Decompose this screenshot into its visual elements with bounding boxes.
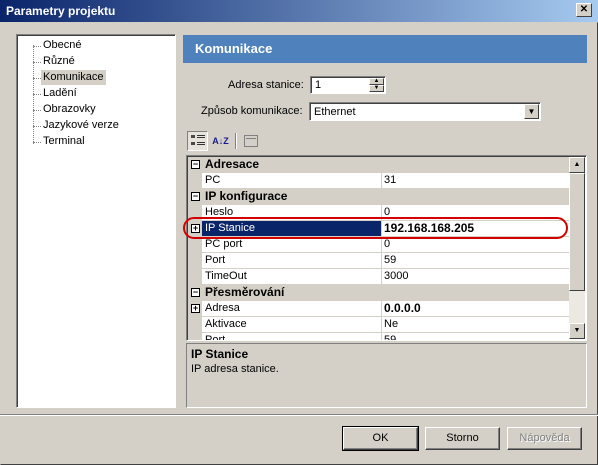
title-bar: Parametry projektu ✕ xyxy=(0,0,598,22)
tree-item[interactable]: Různé xyxy=(41,54,77,69)
property-pages-button xyxy=(240,131,261,151)
category-label: Přesměrování xyxy=(205,285,285,299)
expand-icon[interactable]: + xyxy=(191,304,200,313)
grid-gutter: − xyxy=(188,157,202,173)
tree-connector xyxy=(33,142,41,143)
property-value[interactable]: 59 xyxy=(382,333,571,340)
footer-divider xyxy=(0,414,598,416)
property-name: Port xyxy=(202,333,382,340)
grid-property-row[interactable]: Aktivace Ne xyxy=(188,317,571,333)
tree-connector xyxy=(33,110,41,111)
window-title: Parametry projektu xyxy=(6,4,116,18)
property-value[interactable]: 0.0.0.0 xyxy=(382,301,571,317)
property-name: Port xyxy=(202,253,382,269)
grid-scrollbar[interactable]: ▲ ▼ xyxy=(569,157,585,339)
comm-mode-select[interactable]: Ethernet ▼ xyxy=(309,102,541,121)
grid-property-row[interactable]: PC 31 xyxy=(188,173,571,189)
comm-mode-label: Způsob komunikace: xyxy=(201,105,303,117)
comm-mode-value: Ethernet xyxy=(314,106,356,118)
property-value[interactable]: 0 xyxy=(382,237,571,253)
category-label: Adresace xyxy=(205,157,260,171)
scroll-up-icon[interactable]: ▲ xyxy=(569,157,585,173)
tree-item[interactable]: Jazykové verze xyxy=(41,118,121,133)
tree-item[interactable]: Obrazovky xyxy=(41,102,98,117)
grid-gutter: − xyxy=(188,285,202,301)
category-label: IP konfigurace xyxy=(205,189,288,203)
tree-connector xyxy=(33,94,41,95)
grid-gutter: − xyxy=(188,189,202,205)
property-name: Adresa xyxy=(202,301,382,317)
cancel-button[interactable]: Storno xyxy=(425,427,500,450)
collapse-icon[interactable]: − xyxy=(191,192,200,201)
station-address-spinner[interactable]: 1 ▲ ▼ xyxy=(310,76,386,94)
chevron-down-icon[interactable]: ▼ xyxy=(524,104,539,119)
property-value[interactable]: Ne xyxy=(382,317,571,333)
tree-connector xyxy=(33,46,41,47)
tree-connector xyxy=(33,78,41,79)
help-button: Nápověda xyxy=(507,427,582,450)
settings-tree[interactable]: Obecné Různé Komunikace Ladění Obrazovky Jazy… xyxy=(16,34,176,408)
section-header: Komunikace xyxy=(183,35,587,63)
property-value[interactable]: 31 xyxy=(382,173,571,189)
grid-gutter xyxy=(188,333,202,340)
grid-property-row[interactable]: TimeOut 3000 xyxy=(188,269,571,285)
tree-item[interactable]: Obecné xyxy=(41,38,84,53)
categorized-icon xyxy=(190,135,205,145)
grid-category-row[interactable]: − IP konfigurace xyxy=(188,189,571,205)
property-name: PC port xyxy=(202,237,382,253)
grid-gutter xyxy=(188,173,202,189)
tree-item[interactable]: Komunikace xyxy=(41,70,106,85)
grid-gutter xyxy=(188,269,202,285)
collapse-icon[interactable]: − xyxy=(191,160,200,169)
toolbar-separator xyxy=(235,133,237,149)
sort-alphabetical-button[interactable]: A↓Z xyxy=(210,131,231,151)
grid-category-row[interactable]: − Adresace xyxy=(188,157,571,173)
property-name: Aktivace xyxy=(202,317,382,333)
scroll-down-icon[interactable]: ▼ xyxy=(569,323,585,339)
station-address-label: Adresa stanice: xyxy=(228,79,304,91)
grid-property-row[interactable]: + Adresa 0.0.0.0 xyxy=(188,301,571,317)
station-address-value[interactable]: 1 xyxy=(315,79,321,91)
grid-gutter: + xyxy=(188,301,202,317)
grid-category-row[interactable]: − Přesměrování xyxy=(188,285,571,301)
property-name: PC xyxy=(202,173,382,189)
description-text: IP adresa stanice. xyxy=(191,363,279,375)
grid-gutter xyxy=(188,237,202,253)
tree-item[interactable]: Terminal xyxy=(41,134,87,149)
tree-item[interactable]: Ladění xyxy=(41,86,79,101)
scroll-thumb[interactable] xyxy=(569,173,585,291)
description-title: IP Stanice xyxy=(191,347,249,361)
spin-down-icon[interactable]: ▼ xyxy=(369,85,384,92)
sort-alphabetical-icon: A↓Z xyxy=(212,136,229,146)
close-icon[interactable]: ✕ xyxy=(576,3,592,17)
grid-property-row[interactable]: Port 59 xyxy=(188,333,571,340)
grid-gutter xyxy=(188,317,202,333)
grid-gutter xyxy=(188,253,202,269)
highlight-annotation xyxy=(183,217,568,239)
grid-property-row[interactable]: PC port 0 xyxy=(188,237,571,253)
categorized-button[interactable] xyxy=(187,131,208,151)
ok-button[interactable]: OK xyxy=(342,426,419,451)
property-value[interactable]: 3000 xyxy=(382,269,571,285)
property-grid[interactable]: − Adresace PC 31− IP konfigurace Heslo 0 + IP St… xyxy=(186,155,587,341)
description-panel: IP Stanice IP adresa stanice. xyxy=(186,343,587,408)
tree-connector xyxy=(33,62,41,63)
grid-property-row[interactable]: Port 59 xyxy=(188,253,571,269)
property-value[interactable]: 59 xyxy=(382,253,571,269)
property-name: TimeOut xyxy=(202,269,382,285)
tree-connector xyxy=(33,126,41,127)
collapse-icon[interactable]: − xyxy=(191,288,200,297)
property-pages-icon xyxy=(243,135,258,147)
spin-up-icon[interactable]: ▲ xyxy=(369,78,384,85)
